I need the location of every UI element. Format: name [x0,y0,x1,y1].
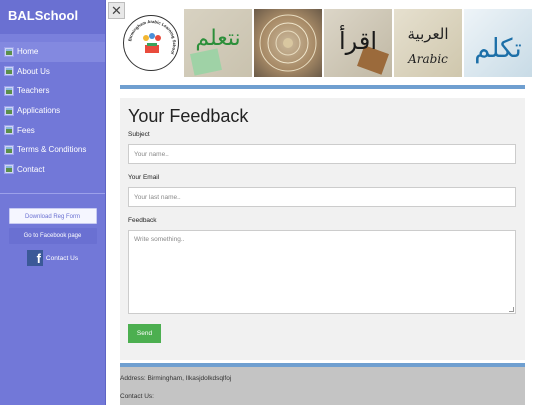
footer-contact: Contact Us: [120,393,154,400]
subject-label: Subject [128,131,150,138]
footer-address: Address: Birmingham, Ilkasjdolkdsqlfoj [120,375,232,382]
tile-text-read: اقرأ [339,25,377,55]
send-button[interactable]: Send [128,324,161,343]
sidebar-divider [0,193,105,195]
feedback-placeholder: Write something.. [134,236,185,243]
page-icon [4,46,14,57]
tile-caption-arabic: Arabic [407,52,448,66]
school-logo: Birmingham Arabic Learning School [120,8,182,78]
sidebar: BALSchool Home About Us Teachers Applica… [0,0,106,405]
sidebar-item-applications[interactable]: Applications [0,101,105,121]
subject-input[interactable]: Your name.. [128,144,516,164]
banner-image-pattern [254,9,322,77]
tile-text-speak: تكلم [474,34,522,64]
top-divider-bar [120,85,525,89]
logo-emblem: Birmingham Arabic Learning School [123,15,179,71]
feedback-textarea[interactable]: Write something.. [128,230,516,314]
sidebar-item-label: Teachers [17,86,50,96]
tile-text-learn: نتعلم [195,26,240,51]
sidebar-item-about[interactable]: About Us [0,62,105,82]
banner-image-read: اقرأ [324,9,392,77]
page-icon [4,125,14,136]
sidebar-item-label: Contact [17,164,45,174]
page-icon [4,85,14,96]
feedback-label: Feedback [128,217,157,224]
sidebar-item-fees[interactable]: Fees [0,120,105,140]
sidebar-nav: Home About Us Teachers Applications Fees… [0,42,105,179]
header-banner: Birmingham Arabic Learning School نتعلم [120,8,533,78]
logo-graphic: Birmingham Arabic Learning School [127,19,177,55]
page-title: Your Feedback [128,106,249,126]
facebook-icon: f [26,250,43,267]
sidebar-item-label: Home [17,47,39,57]
sidebar-item-terms[interactable]: Terms & Conditions [0,140,105,160]
sidebar-item-label: Applications [17,106,61,116]
email-input[interactable]: Your last name.. [128,187,516,207]
page-icon [4,164,14,175]
banner-image-learn: نتعلم [184,9,252,77]
sidebar-item-contact[interactable]: Contact [0,160,105,180]
sidebar-item-label: Terms & Conditions [17,145,87,155]
sidebar-item-home[interactable]: Home [0,42,105,62]
banner-image-arabic: العربية Arabic [394,9,462,77]
banner-image-speak: تكلم [464,9,532,77]
tile-text-arabic: العربية [408,25,449,43]
contact-us-link[interactable]: f Contact Us [0,250,105,267]
facebook-page-button[interactable]: Go to Facebook page [8,228,97,245]
email-label: Your Email [128,174,160,181]
footer: Address: Birmingham, Ilkasjdolkdsqlfoj C… [120,367,525,405]
page-icon [4,144,14,155]
resize-handle-icon[interactable] [509,307,514,312]
feedback-form: Your Feedback Subject Your name.. Your E… [120,98,525,360]
sidebar-item-teachers[interactable]: Teachers [0,81,105,101]
sidebar-item-label: About Us [17,66,50,76]
page-icon [4,105,14,116]
contact-us-label: Contact Us [45,254,79,262]
brand-separator [0,34,105,42]
sidebar-item-label: Fees [17,125,35,135]
page-icon [4,66,14,77]
download-reg-form-button[interactable]: Download Reg Form [8,208,97,225]
brand-title[interactable]: BALSchool [0,0,105,34]
